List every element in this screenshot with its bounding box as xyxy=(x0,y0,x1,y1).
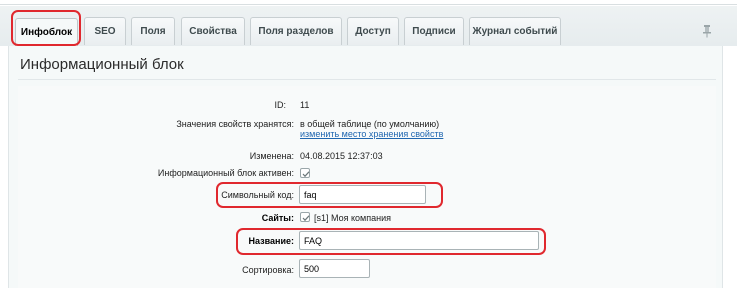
storage-value: в общей таблице (по умолчанию) xyxy=(300,119,440,129)
tab-section-fields[interactable]: Поля разделов xyxy=(250,17,342,45)
page-title: Информационный блок xyxy=(20,56,184,73)
active-checkbox[interactable] xyxy=(300,168,310,178)
site-s1-label: [s1] Моя компания xyxy=(314,213,391,223)
tab-properties[interactable]: Свойства xyxy=(181,17,245,45)
tab-fields[interactable]: Поля xyxy=(131,17,175,45)
id-value: 11 xyxy=(300,100,310,110)
checkmark-icon xyxy=(302,215,310,222)
checkmark-icon xyxy=(302,171,310,178)
id-label: ID: xyxy=(274,100,286,110)
tab-seo[interactable]: SEO xyxy=(84,17,126,45)
change-storage-link[interactable]: изменить место хранения свойств xyxy=(300,129,443,139)
modified-value: 04.08.2015 12:37:03 xyxy=(300,151,383,161)
name-label: Название: xyxy=(248,236,294,246)
title-divider xyxy=(18,79,716,80)
storage-label: Значения свойств хранятся: xyxy=(176,119,294,129)
pin-icon[interactable] xyxy=(700,24,714,38)
tab-bar-top-border xyxy=(0,4,737,5)
sites-label: Сайты: xyxy=(261,213,294,223)
code-input[interactable]: faq xyxy=(299,185,426,204)
sort-input[interactable]: 500 xyxy=(299,259,370,278)
tab-access[interactable]: Доступ xyxy=(347,17,399,45)
site-s1-checkbox[interactable] xyxy=(300,212,310,222)
name-input[interactable]: FAQ xyxy=(299,231,539,250)
sort-label: Сортировка: xyxy=(242,265,294,275)
code-label: Символьный код: xyxy=(221,190,294,200)
tab-event-log[interactable]: Журнал событий xyxy=(469,17,561,45)
modified-label: Изменена: xyxy=(249,151,294,161)
active-label: Информационный блок активен: xyxy=(157,168,294,178)
tab-captions[interactable]: Подписи xyxy=(404,17,464,45)
tab-infoblock[interactable]: Инфоблок xyxy=(15,18,78,46)
